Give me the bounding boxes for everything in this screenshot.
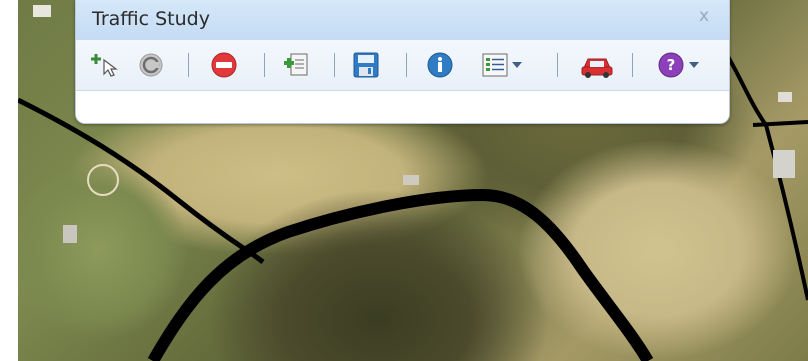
- toolbar-separator: [406, 53, 407, 77]
- add-document-icon: [284, 53, 308, 76]
- road-left: [18, 97, 265, 264]
- panel-title: Traffic Study: [92, 8, 210, 30]
- field-circle: [87, 164, 119, 196]
- list-dropdown-tool-button[interactable]: [479, 50, 535, 80]
- add-point-cursor-icon: [91, 54, 118, 77]
- toolbar-separator: [632, 53, 633, 77]
- toolbar-separator: [557, 53, 558, 77]
- toolbar-separator: [188, 53, 189, 77]
- car-icon: [581, 58, 613, 78]
- info-icon: [427, 52, 453, 78]
- add-document-tool-button[interactable]: [279, 50, 313, 80]
- save-tool-button[interactable]: [349, 50, 383, 80]
- toolbar-separator: [334, 53, 335, 77]
- building: [33, 5, 51, 17]
- study-boundary: [147, 188, 654, 361]
- save-disk-icon: [353, 52, 379, 78]
- no-entry-icon: [211, 52, 237, 78]
- building: [773, 150, 795, 178]
- building: [403, 175, 419, 185]
- traffic-car-tool-button[interactable]: [578, 50, 616, 80]
- help-dropdown-icon: ?: [658, 52, 699, 78]
- panel-toolbar: ?: [76, 40, 729, 91]
- svg-text:?: ?: [667, 56, 676, 74]
- help-dropdown-tool-button[interactable]: ?: [656, 50, 712, 80]
- stop-tool-button[interactable]: [207, 50, 241, 80]
- building: [778, 92, 792, 102]
- copyright-circle-icon: [139, 53, 163, 77]
- building: [63, 225, 77, 243]
- info-tool-button[interactable]: [423, 50, 457, 80]
- panel-titlebar[interactable]: Traffic Study x: [76, 0, 729, 40]
- panel-content-area: [76, 91, 729, 123]
- close-icon[interactable]: x: [699, 6, 709, 26]
- traffic-study-panel: Traffic Study x ?: [75, 0, 730, 124]
- copyright-tool-button[interactable]: [134, 50, 168, 80]
- toolbar-separator: [264, 53, 265, 77]
- add-point-tool-button[interactable]: [88, 50, 122, 80]
- list-dropdown-icon: [482, 53, 522, 77]
- road-right-branch: [752, 120, 808, 127]
